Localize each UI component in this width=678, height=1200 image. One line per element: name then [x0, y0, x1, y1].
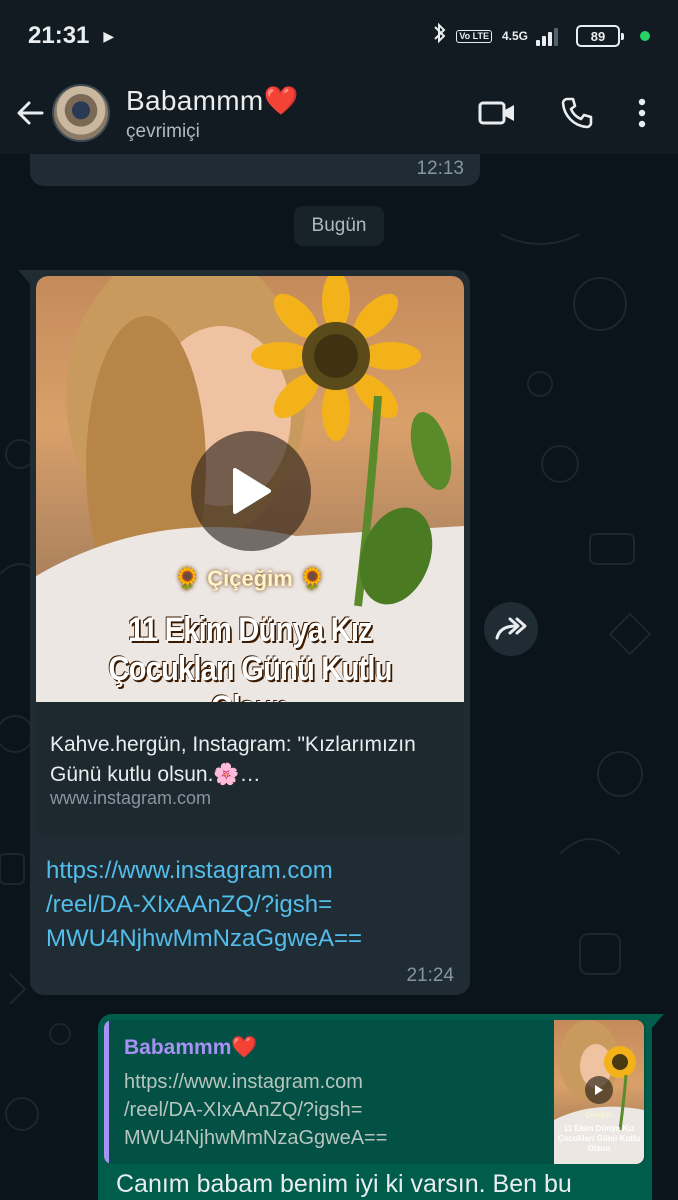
- phone-icon[interactable]: [560, 96, 594, 130]
- message-time: 21:24: [406, 965, 454, 986]
- quote-play-icon: [585, 1076, 613, 1104]
- quote-author: Babammm❤️: [124, 1036, 258, 1060]
- privacy-indicator-dot: [640, 31, 650, 41]
- quote-author-text: Babammm: [124, 1036, 232, 1059]
- video-call-icon[interactable]: [478, 100, 516, 126]
- message-text: Canım babam benim iyi ki varsın. Ben bu: [116, 1170, 572, 1198]
- link-title: Kahve.hergün, Instagram: "Kızlarımızın G…: [50, 733, 416, 786]
- back-arrow-icon[interactable]: [14, 97, 46, 129]
- header-actions: [478, 96, 664, 130]
- previous-message-bubble[interactable]: 12:13: [30, 154, 480, 186]
- quote-thumb-caption-large: 11 Ekim Dünya Kız Çocukları Günü Kutlu O…: [557, 1124, 641, 1153]
- contact-name-text: Babammm: [126, 84, 264, 116]
- outgoing-message-bubble[interactable]: Babammm❤️ https://www.instagram.com /ree…: [98, 1014, 664, 1200]
- video-thumbnail[interactable]: 🌻 Çiçeğim 🌻 11 Ekim Dünya Kız Çocukları …: [36, 276, 464, 702]
- heart-emoji: ❤️: [263, 84, 299, 116]
- quote-line: MWU4NjhwMmNzaGgweA==: [124, 1127, 388, 1149]
- more-vert-icon[interactable]: [638, 98, 646, 128]
- quote-accent-bar: [104, 1020, 109, 1164]
- thumbnail-caption-small: 🌻 Çiçeğim 🌻: [173, 566, 327, 591]
- bluetooth-icon: [432, 21, 448, 51]
- url-line: MWU4NjhwMmNzaGgweA==: [46, 925, 363, 952]
- link-preview[interactable]: 🌻 Çiçeğim 🌻 11 Ekim Dünya Kız Çocukları …: [36, 276, 464, 836]
- message-url-link[interactable]: https://www.instagram.com /reel/DA-XIxAA…: [46, 854, 456, 956]
- battery-level: 89: [590, 28, 606, 44]
- battery-icon: 89: [576, 25, 624, 47]
- heart-emoji: ❤️: [231, 1036, 258, 1059]
- status-indicators: Vo LTE 4.5G 89: [432, 21, 650, 51]
- play-button[interactable]: [191, 431, 311, 551]
- volte-badge: Vo LTE: [456, 29, 492, 43]
- network-type: 4.5G: [501, 29, 528, 43]
- status-bar: 21:31 ▶ Vo LTE 4.5G 89: [0, 0, 678, 72]
- forward-icon: [495, 617, 527, 640]
- chat-header: Babammm❤️ çevrimiçi: [0, 72, 678, 154]
- quote-line: https://www.instagram.com: [124, 1071, 363, 1093]
- incoming-message-bubble[interactable]: 🌻 Çiçeğim 🌻 11 Ekim Dünya Kız Çocukları …: [18, 270, 470, 995]
- link-domain: www.instagram.com: [50, 788, 212, 808]
- message-time: 12:13: [416, 158, 464, 179]
- quote-thumb-caption-small: Çiçeğim: [585, 1112, 613, 1119]
- contact-status: çevrimiçi: [126, 120, 200, 142]
- avatar[interactable]: [52, 84, 110, 142]
- url-line: https://www.instagram.com: [46, 857, 333, 884]
- status-time: 21:31: [28, 22, 90, 49]
- quote-thumbnail: Çiçeğim 11 Ekim Dünya Kız Çocukları Günü…: [554, 1020, 644, 1164]
- play-icon: [233, 468, 271, 514]
- contact-info[interactable]: Babammm❤️ çevrimiçi: [126, 84, 299, 143]
- date-chip: Bugün: [294, 206, 384, 246]
- forward-button[interactable]: [484, 602, 538, 656]
- quote-line: /reel/DA-XIxAAnZQ/?igsh=: [124, 1099, 363, 1121]
- url-line: /reel/DA-XIxAAnZQ/?igsh=: [46, 891, 333, 918]
- contact-name: Babammm❤️: [126, 84, 299, 117]
- quote-text: https://www.instagram.com /reel/DA-XIxAA…: [124, 1068, 534, 1152]
- chat-area[interactable]: 12:13 Bugün 🌻 Çiçeğim 🌻 11 Ekim Dünya Kı…: [0, 154, 678, 1200]
- thumbnail-caption-large: 11 Ekim Dünya Kız Çocukları Günü Kutlu O…: [108, 611, 392, 702]
- quoted-message[interactable]: Babammm❤️ https://www.instagram.com /ree…: [104, 1020, 646, 1164]
- signal-icon: [536, 26, 558, 46]
- play-notification-icon: ▶: [103, 27, 115, 44]
